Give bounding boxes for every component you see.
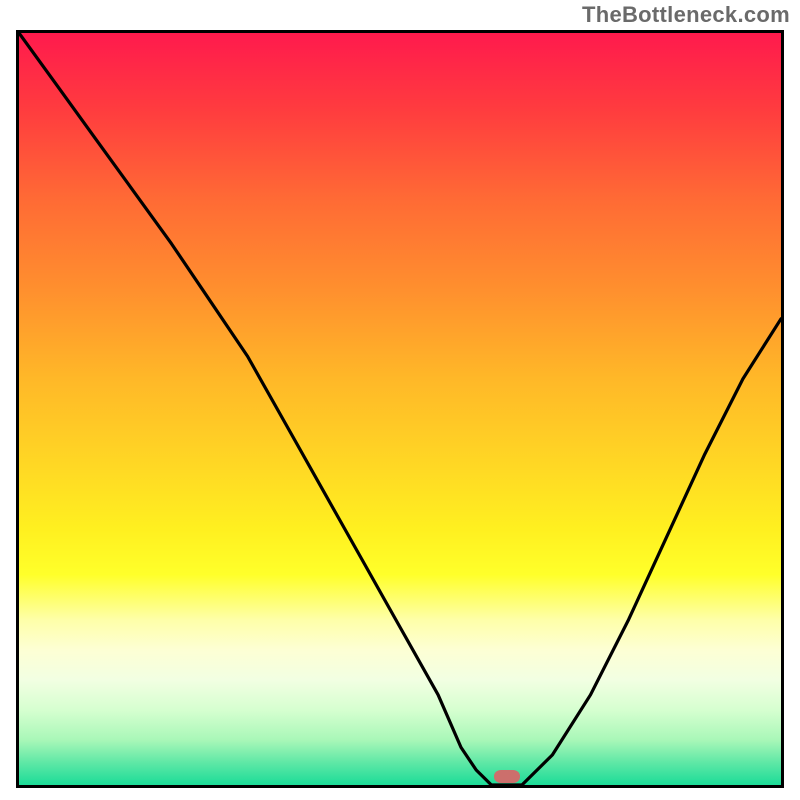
watermark-text: TheBottleneck.com bbox=[582, 2, 790, 28]
bottleneck-curve bbox=[19, 33, 781, 785]
chart-container: TheBottleneck.com bbox=[0, 0, 800, 800]
optimal-marker bbox=[494, 770, 520, 783]
plot-area bbox=[16, 30, 784, 788]
